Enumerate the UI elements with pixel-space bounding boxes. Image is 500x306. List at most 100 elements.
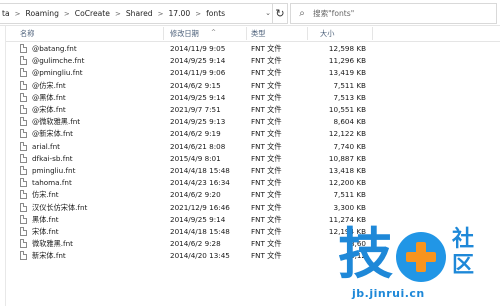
file-size: 11,296 KB [328, 56, 366, 66]
file-size: 13,418 KB [328, 166, 366, 175]
file-size: 7,511 KB [333, 190, 366, 200]
file-name: @batang.fnt [32, 44, 77, 53]
breadcrumb-separator[interactable]: > [61, 10, 73, 18]
breadcrumb-separator[interactable]: > [112, 10, 124, 18]
file-name: 微软雅黑.fnt [32, 239, 73, 249]
file-name: @仿宋.fnt [32, 80, 66, 90]
column-header-date[interactable]: 修改日期 [170, 29, 199, 39]
column-header-type[interactable]: 类型 [251, 29, 265, 39]
file-icon [20, 56, 27, 66]
file-modified-date: 2014/6/21 8:08 [170, 141, 226, 151]
file-type: FNT 文件 [251, 251, 282, 261]
file-name: pmingliu.fnt [32, 166, 76, 175]
file-icon [20, 166, 27, 175]
file-type: FNT 文件 [251, 153, 282, 163]
breadcrumb-fonts[interactable]: fonts [204, 9, 227, 18]
search-box[interactable]: ⌕ 搜索"fonts" [290, 3, 497, 24]
site-watermark-logo: 技 社 区 jb.jinrui.cn [338, 225, 500, 306]
file-size: 7,511 KB [333, 80, 366, 90]
file-name: @gulimche.fnt [32, 56, 85, 66]
file-type: FNT 文件 [251, 227, 282, 236]
search-icon: ⌕ [299, 8, 305, 19]
file-icon [20, 80, 27, 90]
file-icon [20, 44, 27, 53]
file-row[interactable]: @batang.fnt 2014/11/9 9:05 FNT 文件 12,598 KB [6, 43, 500, 55]
file-modified-date: 2014/4/18 15:48 [170, 166, 230, 175]
file-icon [20, 153, 27, 163]
column-header-name[interactable]: 名称 [20, 29, 34, 39]
breadcrumb-shared[interactable]: Shared [124, 9, 155, 18]
breadcrumb-separator[interactable]: > [192, 10, 204, 18]
chevron-down-icon[interactable]: ⌄ [264, 3, 272, 22]
file-type: FNT 文件 [251, 239, 282, 249]
file-icon [20, 92, 27, 102]
file-modified-date: 2014/6/2 9:28 [170, 239, 221, 249]
file-type: FNT 文件 [251, 178, 282, 188]
file-icon [20, 202, 27, 212]
breadcrumb-roaming[interactable]: Roaming [24, 9, 61, 18]
column-header-row: ^ 名称 修改日期 类型 大小 [6, 26, 500, 42]
file-type: FNT 文件 [251, 141, 282, 151]
file-type: FNT 文件 [251, 92, 282, 102]
address-bar[interactable]: ta > Roaming > CoCreate > Shared > 17.00… [0, 3, 273, 24]
file-name: 汉仪长仿宋体.fnt [32, 202, 88, 212]
file-row[interactable]: tahoma.fnt 2014/4/23 16:34 FNT 文件 12,200 KB [6, 177, 500, 189]
file-icon [20, 129, 27, 139]
file-row[interactable]: @黑体.fnt 2014/9/25 9:14 FNT 文件 7,513 KB [6, 92, 500, 104]
file-icon [20, 141, 27, 151]
address-bar-row: ta > Roaming > CoCreate > Shared > 17.00… [0, 0, 500, 26]
search-placeholder[interactable]: 搜索"fonts" [313, 8, 354, 19]
file-row[interactable]: @仿宋.fnt 2014/6/2 9:15 FNT 文件 7,511 KB [6, 80, 500, 92]
file-modified-date: 2014/6/2 9:20 [170, 190, 221, 200]
file-row[interactable]: 仿宋.fnt 2014/6/2 9:20 FNT 文件 7,511 KB [6, 189, 500, 201]
file-row[interactable]: @pmingliu.fnt 2014/11/9 9:06 FNT 文件 13,419 … [6, 67, 500, 79]
file-size: 7,740 KB [333, 141, 366, 151]
file-type: FNT 文件 [251, 129, 282, 139]
file-modified-date: 2014/4/18 15:48 [170, 227, 230, 236]
breadcrumb-ta[interactable]: ta [0, 9, 12, 18]
file-type: FNT 文件 [251, 190, 282, 200]
watermark-char-main: 技 [338, 222, 394, 286]
file-name: 新宋体.fnt [32, 251, 66, 261]
file-name: @黑体.fnt [32, 92, 66, 102]
file-modified-date: 2014/9/25 9:14 [170, 92, 226, 102]
breadcrumb-separator[interactable]: > [155, 10, 167, 18]
sort-ascending-icon: ^ [211, 29, 217, 36]
plus-circle-icon [396, 232, 446, 282]
file-row[interactable]: @gulimche.fnt 2014/9/25 9:14 FNT 文件 11,296 … [6, 55, 500, 67]
file-size: 12,122 KB [328, 129, 366, 139]
breadcrumb-cocreate[interactable]: CoCreate [73, 9, 112, 18]
file-row[interactable]: dfkai-sb.fnt 2015/4/9 8:01 FNT 文件 10,887 KB [6, 153, 500, 165]
file-size: 12,200 KB [328, 178, 366, 188]
file-row[interactable]: @微软雅黑.fnt 2014/9/25 9:13 FNT 文件 8,604 KB [6, 116, 500, 128]
file-type: FNT 文件 [251, 105, 282, 114]
file-size: 13,419 KB [328, 68, 366, 78]
file-icon [20, 190, 27, 200]
column-header-size[interactable]: 大小 [320, 29, 334, 39]
breadcrumb-separator[interactable]: > [12, 10, 24, 18]
file-modified-date: 2014/9/25 9:14 [170, 56, 226, 66]
file-type: FNT 文件 [251, 68, 282, 78]
file-name: 仿宋.fnt [32, 190, 59, 200]
file-row[interactable]: 汉仪长仿宋体.fnt 2021/12/9 16:46 FNT 文件 3,300 KB [6, 202, 500, 214]
file-icon [20, 178, 27, 188]
file-size: 8,604 KB [333, 117, 366, 127]
file-modified-date: 2014/4/20 13:45 [170, 251, 230, 261]
file-size: 7,513 KB [333, 92, 366, 102]
file-size: 10,887 KB [328, 153, 366, 163]
refresh-icon[interactable]: ↻ [273, 3, 288, 24]
file-icon [20, 105, 27, 114]
file-name: dfkai-sb.fnt [32, 153, 73, 163]
breadcrumb-version[interactable]: 17.00 [166, 9, 192, 18]
file-row[interactable]: @新宋体.fnt 2014/6/2 9:19 FNT 文件 12,122 KB [6, 128, 500, 140]
file-row[interactable]: arial.fnt 2014/6/21 8:08 FNT 文件 7,740 KB [6, 141, 500, 153]
file-row[interactable]: 黑体.fnt 2014/9/25 9:14 FNT 文件 11,274 KB [6, 214, 500, 226]
file-row[interactable]: pmingliu.fnt 2014/4/18 15:48 FNT 文件 13,418 … [6, 165, 500, 177]
file-name: @新宋体.fnt [32, 129, 73, 139]
file-type: FNT 文件 [251, 80, 282, 90]
file-name: @pmingliu.fnt [32, 68, 83, 78]
file-type: FNT 文件 [251, 166, 282, 175]
file-row[interactable]: @宋体.fnt 2021/9/7 7:51 FNT 文件 10,551 KB [6, 104, 500, 116]
watermark-url: jb.jinrui.cn [352, 287, 425, 300]
file-size: 3,300 KB [333, 202, 366, 212]
